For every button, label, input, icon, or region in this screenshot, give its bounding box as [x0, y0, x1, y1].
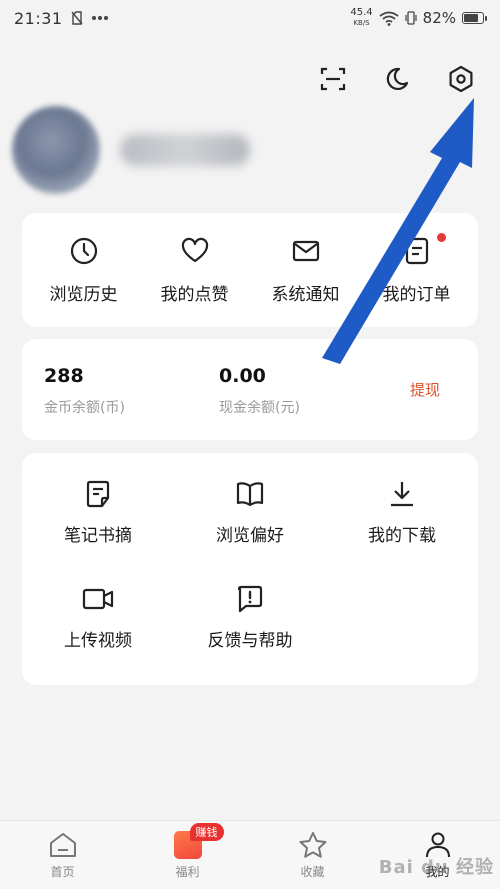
download-icon: [391, 482, 413, 507]
battery-icon: [462, 12, 487, 24]
video-camera-icon: [82, 588, 114, 610]
heart-icon: [181, 237, 208, 262]
avatar[interactable]: [12, 106, 100, 194]
cash-balance-value: 0.00: [219, 365, 266, 387]
notification-dot: [436, 233, 446, 242]
wifi-icon: [379, 11, 399, 26]
earn-badge: 赚钱: [189, 822, 224, 841]
tool-label: 浏览偏好: [216, 526, 284, 546]
network-speed: 45.4 KB/S: [350, 7, 373, 28]
tool-label: 笔记书摘: [64, 526, 132, 546]
nav-label: 福利: [175, 864, 200, 879]
cash-balance[interactable]: 0.00 现金余额(元): [219, 365, 300, 417]
quick-item-label: 系统通知: [271, 284, 340, 305]
tool-label: 上传视频: [64, 631, 132, 651]
nav-favorites[interactable]: 收藏: [263, 831, 363, 880]
book-icon: [236, 482, 264, 507]
quick-item-label: 浏览历史: [49, 284, 118, 305]
coin-balance[interactable]: 288 金币余额(币): [44, 365, 125, 417]
status-bar: 21:31 45.4 KB/S 82%: [0, 0, 500, 36]
no-sim-icon: [71, 11, 83, 25]
star-icon: [299, 831, 326, 858]
order-icon: [405, 237, 428, 264]
quick-item-label: 我的点赞: [160, 284, 229, 305]
watermark: Bai du 经验: [378, 857, 494, 878]
settings-hexagon-icon[interactable]: [444, 62, 478, 96]
coin-balance-caption: 金币余额(币): [44, 400, 125, 416]
vibrate-icon: [405, 11, 417, 25]
clock-icon: [70, 237, 97, 264]
coin-balance-value: 288: [44, 365, 84, 387]
profile-header[interactable]: [12, 100, 492, 200]
more-icon: [91, 16, 108, 20]
note-icon: [86, 480, 110, 508]
top-actions: [316, 62, 478, 96]
tool-downloads[interactable]: 我的下载: [326, 479, 478, 546]
withdraw-button[interactable]: 提现: [410, 379, 440, 400]
moon-icon[interactable]: [380, 62, 414, 96]
status-time: 21:31: [14, 8, 63, 28]
nav-label: 收藏: [300, 864, 325, 879]
cash-balance-caption: 现金余额(元): [219, 400, 300, 416]
tool-notes[interactable]: 笔记书摘: [22, 479, 174, 546]
balance-card: 288 金币余额(币) 0.00 现金余额(元) 提现: [22, 339, 478, 440]
username-blurred: [120, 134, 250, 166]
scan-icon[interactable]: [316, 62, 350, 96]
feedback-icon: [237, 585, 263, 613]
quick-item-label: 我的订单: [382, 284, 451, 305]
nav-welfare[interactable]: 赚钱 福利: [138, 822, 238, 880]
quick-item-history[interactable]: 浏览历史: [29, 213, 139, 327]
mail-icon: [292, 240, 319, 261]
tool-upload-video[interactable]: 上传视频: [22, 584, 174, 651]
battery-percent: 82%: [422, 9, 456, 27]
quick-actions-card: 浏览历史 我的点赞 系统通知 我的订单: [22, 213, 478, 327]
nav-label: 首页: [50, 864, 75, 879]
tool-feedback[interactable]: 反馈与帮助: [174, 584, 326, 651]
quick-item-likes[interactable]: 我的点赞: [140, 213, 250, 327]
tool-preferences[interactable]: 浏览偏好: [174, 479, 326, 546]
home-icon: [49, 832, 76, 857]
tools-card: 笔记书摘 浏览偏好 我的下载 上传视频 反馈与帮助: [22, 453, 478, 685]
quick-item-notifications[interactable]: 系统通知: [251, 213, 361, 327]
tool-label: 我的下载: [368, 526, 436, 546]
quick-item-orders[interactable]: 我的订单: [362, 213, 472, 327]
tool-label: 反馈与帮助: [207, 631, 293, 651]
nav-home[interactable]: 首页: [13, 831, 113, 880]
bottom-nav: 首页 赚钱 福利 收藏 我的 Bai du 经验: [0, 820, 500, 889]
